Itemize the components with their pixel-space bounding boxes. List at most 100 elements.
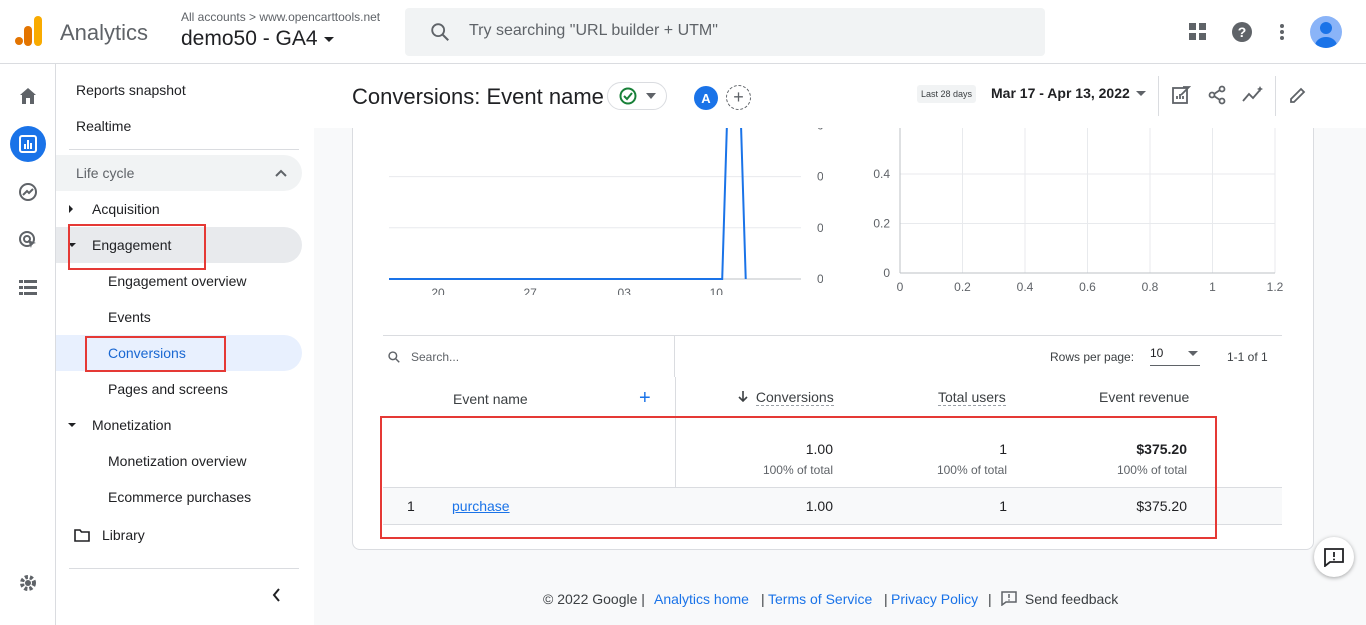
analytics-home-link[interactable]: Analytics home	[654, 591, 749, 607]
add-dimension-button[interactable]: +	[639, 387, 651, 410]
main-content: 00.20.40.620Mar2703Apr10 00.20.40.60.811…	[314, 64, 1366, 625]
column-header-event-name[interactable]: Event name	[453, 391, 528, 407]
nav-library[interactable]: Library	[74, 517, 145, 553]
y-tick-label: 0	[817, 272, 823, 286]
property-selector[interactable]: demo50 - GA4	[181, 27, 334, 51]
highlight-box-conversions	[85, 336, 226, 372]
series-line	[389, 105, 747, 280]
rows-per-page-label: Rows per page:	[1050, 350, 1135, 364]
nav-monetization-overview[interactable]: Monetization overview	[108, 443, 247, 479]
nav-events[interactable]: Events	[108, 299, 151, 335]
search-input[interactable]: Try searching "URL builder + UTM"	[405, 8, 1045, 56]
app-name: Analytics	[60, 20, 149, 45]
header-divider	[1158, 76, 1159, 116]
y-tick-label: 0.2	[817, 221, 823, 235]
report-header: Conversions: Event name A + Last 28 days…	[314, 64, 1366, 128]
explore-icon[interactable]	[10, 174, 46, 210]
rows-per-page-value: 10	[1150, 346, 1164, 360]
search-icon	[431, 23, 449, 41]
send-feedback-label: Send feedback	[1024, 591, 1119, 607]
highlight-box-engagement	[68, 224, 206, 270]
x-tick-label: 0	[897, 280, 904, 294]
nav-section-lifecycle[interactable]: Life cycle	[56, 155, 302, 191]
account-avatar[interactable]	[1310, 16, 1342, 48]
send-feedback-link[interactable]: Send feedback	[1001, 591, 1118, 607]
nav-ecommerce-purchases[interactable]: Ecommerce purchases	[108, 479, 251, 515]
table-search[interactable]: Search...	[383, 335, 675, 377]
header-divider	[1275, 76, 1276, 116]
breadcrumb-account[interactable]: www.opencarttools.net	[259, 10, 380, 24]
nav-library-label: Library	[102, 527, 145, 543]
advertising-icon[interactable]	[10, 222, 46, 258]
page-title: Conversions: Event name	[352, 84, 604, 109]
footer-separator: |	[884, 591, 888, 607]
share-icon[interactable]	[1204, 82, 1230, 108]
footer-separator: |	[988, 591, 992, 607]
nav-section-lifecycle-label: Life cycle	[76, 165, 135, 181]
column-header-event-revenue[interactable]: Event revenue	[1099, 389, 1189, 405]
chevron-up-icon	[275, 169, 287, 177]
feedback-icon	[1324, 547, 1344, 567]
top-app-bar: Analytics All accounts > www.opencarttoo…	[0, 0, 1366, 64]
nav-rail	[0, 64, 56, 625]
check-circle-icon	[619, 87, 636, 105]
x-tick-label: 0.4	[1017, 280, 1034, 294]
nav-monetization-label: Monetization	[92, 417, 172, 433]
collapse-nav-button[interactable]	[268, 577, 284, 613]
apps-icon[interactable]	[1184, 18, 1212, 46]
home-icon[interactable]	[10, 78, 46, 114]
x-tick-label: 03	[618, 286, 632, 295]
reports-side-nav: Reports snapshot Realtime Life cycle Acq…	[56, 64, 314, 625]
breadcrumb-all-accounts[interactable]: All accounts	[181, 10, 246, 24]
more-vert-icon[interactable]	[1268, 18, 1296, 46]
help-icon[interactable]: ?	[1228, 18, 1256, 46]
search-placeholder: Try searching "URL builder + UTM"	[469, 22, 718, 39]
date-range-text[interactable]: Mar 17 - Apr 13, 2022	[991, 85, 1130, 101]
data-quality-button[interactable]	[607, 82, 667, 110]
x-tick-label: 27	[523, 286, 537, 295]
insights-icon[interactable]	[1240, 82, 1266, 108]
reports-icon[interactable]	[10, 126, 46, 162]
nav-acquisition[interactable]: Acquisition	[69, 191, 160, 227]
nav-reports-snapshot[interactable]: Reports snapshot	[76, 72, 186, 108]
privacy-policy-link[interactable]: Privacy Policy	[891, 591, 978, 607]
terms-of-service-link[interactable]: Terms of Service	[768, 591, 872, 607]
nav-monetization[interactable]: Monetization	[68, 407, 171, 443]
feedback-icon	[1001, 591, 1017, 607]
y-tick-label: 0.4	[873, 167, 890, 181]
x-tick-label: 1	[1209, 280, 1216, 294]
table-search-placeholder: Search...	[411, 350, 460, 364]
nav-pages-and-screens[interactable]: Pages and screens	[108, 371, 228, 407]
search-icon	[388, 351, 400, 363]
configure-icon[interactable]	[10, 270, 46, 306]
caret-right-icon	[69, 205, 73, 213]
add-comparison-icon[interactable]: +	[726, 85, 751, 110]
settings-icon[interactable]	[10, 565, 46, 601]
rows-per-page-select[interactable]: 10	[1150, 346, 1200, 366]
x-tick-label: 0.6	[1079, 280, 1096, 294]
nav-divider	[69, 568, 299, 569]
chevron-down-icon	[645, 93, 656, 99]
copyright-text: © 2022 Google |	[543, 591, 645, 607]
x-tick-label: 0.2	[954, 280, 971, 294]
pagination-text: 1-1 of 1	[1227, 350, 1268, 364]
column-header-conversions[interactable]: Conversions	[738, 389, 834, 406]
comparison-chip[interactable]: A	[694, 86, 718, 110]
footer-separator: |	[761, 591, 765, 607]
chevron-left-icon	[272, 588, 280, 602]
breadcrumb[interactable]: All accounts > www.opencarttools.net	[181, 10, 380, 24]
feedback-fab[interactable]	[1314, 537, 1354, 577]
property-name: demo50 - GA4	[181, 27, 318, 50]
column-header-total-users[interactable]: Total users	[938, 389, 1006, 406]
nav-acquisition-label: Acquisition	[92, 201, 160, 217]
y-tick-label: 0.4	[817, 170, 823, 184]
analytics-logo[interactable]	[14, 16, 44, 46]
svg-text:?: ?	[1238, 24, 1247, 40]
chevron-down-icon[interactable]	[1136, 91, 1146, 96]
x-axis-title: CONVERSIONS	[896, 294, 977, 295]
arrow-down-icon	[738, 391, 748, 403]
customize-report-icon[interactable]	[1168, 82, 1194, 108]
nav-realtime[interactable]: Realtime	[76, 108, 131, 144]
x-tick-label: 0.8	[1142, 280, 1159, 294]
edit-pencil-icon[interactable]	[1285, 82, 1311, 108]
